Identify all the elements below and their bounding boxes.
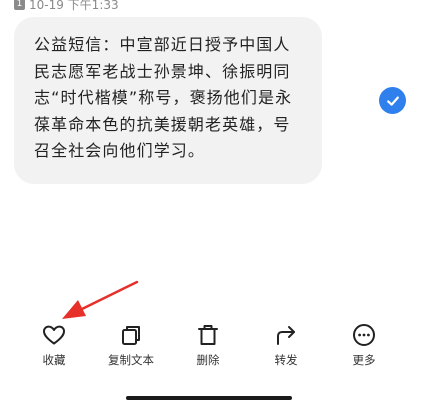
heart-icon [41, 322, 67, 348]
trash-icon [195, 322, 221, 348]
message-body: 公益短信：中宣部近日授予中国人 民志愿军老战士孙景坤、徐振明同 志“时代楷模”称… [34, 32, 302, 165]
favorite-button[interactable]: 收藏 [19, 322, 89, 370]
copy-text-button[interactable]: 复制文本 [96, 322, 166, 370]
copy-icon [118, 322, 144, 348]
copy-text-label: 复制文本 [108, 353, 154, 367]
delete-button[interactable]: 删除 [173, 322, 243, 370]
more-icon [351, 322, 377, 348]
home-indicator[interactable] [126, 396, 292, 400]
message-line: 召全社会向他们学习。 [34, 141, 206, 160]
message-bubble[interactable]: 公益短信：中宣部近日授予中国人 民志愿军老战士孙景坤、徐振明同 志“时代楷模”称… [14, 17, 322, 184]
more-label: 更多 [352, 353, 376, 367]
forward-button[interactable]: 转发 [251, 322, 321, 370]
delete-label: 删除 [196, 353, 220, 367]
favorite-label: 收藏 [42, 353, 66, 367]
more-button[interactable]: 更多 [329, 322, 399, 370]
message-timestamp-row: 1 10-19 下午1:33 [14, 0, 119, 14]
action-bar: 收藏 复制文本 删除 转发 更多 [0, 322, 422, 370]
message-line: 公益短信：中宣部近日授予中国人 [34, 35, 291, 54]
message-line: 志“时代楷模”称号，褒扬他们是永 [34, 88, 293, 107]
forward-label: 转发 [274, 353, 298, 367]
sim-card-icon: 1 [14, 0, 25, 10]
forward-icon [273, 322, 299, 348]
selected-check-icon[interactable] [379, 87, 406, 114]
message-timestamp: 10-19 下午1:33 [29, 0, 119, 12]
message-line: 葆革命本色的抗美援朝老英雄，号 [34, 114, 291, 134]
message-line: 民志愿军老战士孙景坤、徐振明同 [34, 61, 291, 81]
